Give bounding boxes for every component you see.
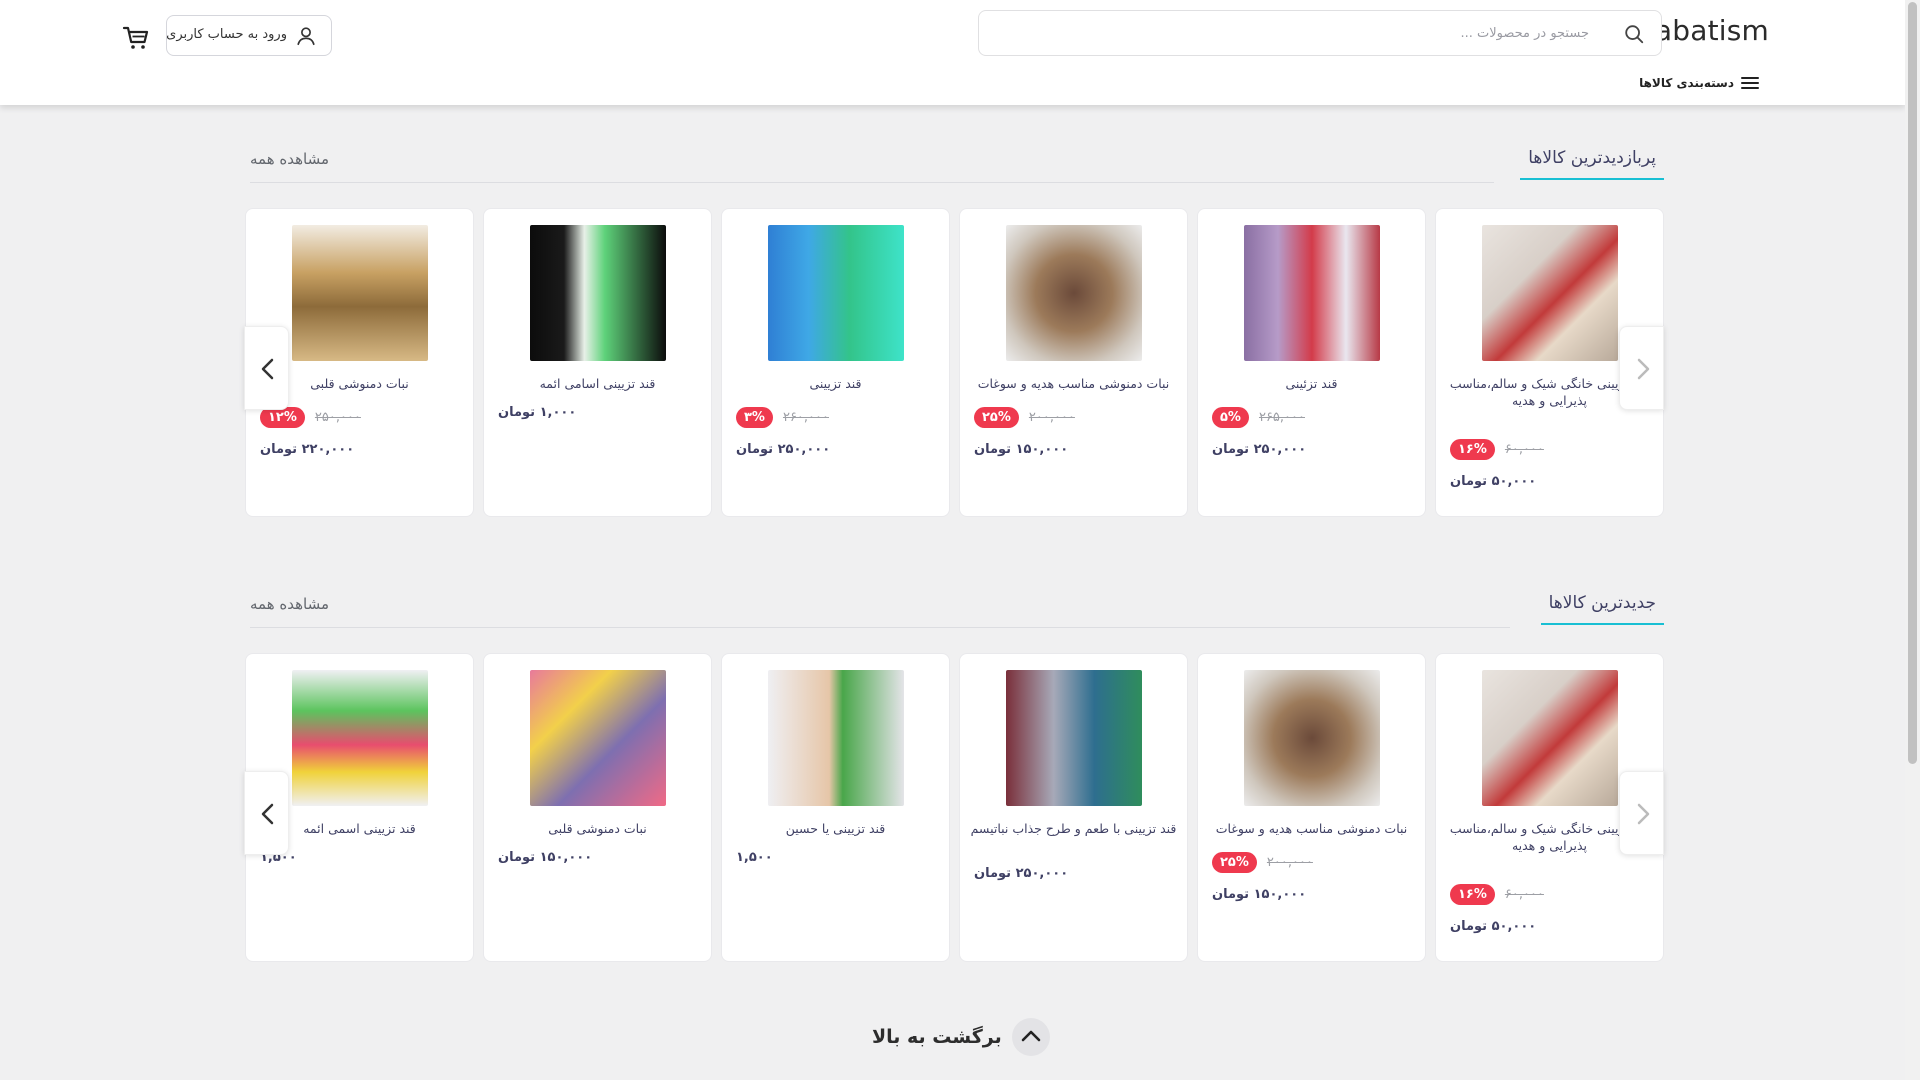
product-card[interactable]: نبات دمنوشی مناسب هدیه و سوغات ۲۵% ۲۰۰,۰۰۰… <box>959 208 1188 517</box>
old-price: ۶۰,۰۰۰ <box>1504 886 1544 902</box>
product-image[interactable] <box>1243 225 1380 361</box>
product-image[interactable] <box>291 670 428 806</box>
user-icon <box>297 27 315 46</box>
see-all-link[interactable]: مشاهده همه <box>250 150 329 168</box>
carousel-prev-button[interactable] <box>244 771 289 855</box>
login-label: ورود به حساب کاربری <box>166 27 287 42</box>
cart-icon[interactable] <box>122 24 150 52</box>
chevron-right-icon <box>1637 803 1650 825</box>
login-button[interactable]: ورود به حساب کاربری <box>166 15 332 56</box>
product-card[interactable]: قند تزیینی اسامی ائمه ۱,۰۰۰ تومان <box>483 208 712 517</box>
section-title: پربازدیدترین کالاها <box>1520 148 1664 180</box>
page-scrollbar[interactable] <box>1905 0 1920 1080</box>
discount-badge: ۲۵% <box>1212 851 1257 873</box>
search-input[interactable] <box>989 11 1589 55</box>
most-viewed-section: پربازدیدترین کالاها مشاهده همه قند تزیین… <box>244 140 1664 530</box>
product-image[interactable] <box>1005 670 1142 806</box>
old-price: ۶۰,۰۰۰ <box>1504 441 1544 457</box>
search-box[interactable] <box>978 10 1662 56</box>
newest-section: جدیدترین کالاها مشاهده همه قند تزیینی خا… <box>244 585 1664 975</box>
discount-badge: ۵% <box>1212 406 1249 428</box>
product-image[interactable] <box>529 225 666 361</box>
product-name[interactable]: نبات دمنوشی قلبی <box>494 820 701 837</box>
product-price: ۵۰,۰۰۰ تومان <box>1450 919 1537 934</box>
old-price: ۲۰۰,۰۰۰ <box>1028 409 1075 425</box>
back-to-top-button[interactable]: برگشت به بالا <box>872 1018 1050 1056</box>
product-name[interactable]: قند تزیینی <box>732 375 939 392</box>
product-price: ۱۵۰,۰۰۰ تومان <box>1212 887 1307 902</box>
carousel-next-button[interactable] <box>1619 326 1664 410</box>
product-name[interactable]: قند تزیینی با طعم و طرح جذاب نباتیسم <box>970 820 1177 837</box>
see-all-link[interactable]: مشاهده همه <box>250 595 329 613</box>
site-header: nabatism ورود به حساب کاربری دسته‌بندی ک… <box>0 0 1905 105</box>
old-price: ۲۶۰,۰۰۰ <box>782 409 829 425</box>
chevron-up-icon <box>1011 1018 1050 1056</box>
product-name[interactable]: قند تزیینی اسامی ائمه <box>494 375 701 392</box>
back-to-top-label: برگشت به بالا <box>872 1026 1002 1048</box>
carousel-next-button[interactable] <box>1619 771 1664 855</box>
carousel-prev-button[interactable] <box>244 326 289 410</box>
scrollbar-thumb[interactable] <box>1908 2 1917 764</box>
section-divider <box>250 182 1494 183</box>
product-image[interactable] <box>1481 670 1618 806</box>
search-icon[interactable] <box>1623 23 1645 45</box>
product-image[interactable] <box>1481 225 1618 361</box>
discount-row: ۲۵% ۲۰۰,۰۰۰ <box>974 406 1075 428</box>
old-price: ۲۵۰,۰۰۰ <box>314 409 361 425</box>
categories-menu[interactable]: دسته‌بندی کالاها <box>1639 72 1760 94</box>
product-price: ۲۲۰,۰۰۰ تومان <box>260 442 355 457</box>
section-title: جدیدترین کالاها <box>1540 593 1664 625</box>
chevron-left-icon <box>261 358 274 380</box>
product-image[interactable] <box>291 225 428 361</box>
product-price: ۱,۰۰۰ تومان <box>498 405 577 420</box>
discount-badge: ۱۶% <box>1450 438 1495 460</box>
product-image[interactable] <box>1005 225 1142 361</box>
product-price: ۵۰,۰۰۰ تومان <box>1450 474 1537 489</box>
product-name[interactable]: نبات دمنوشی مناسب هدیه و سوغات <box>1208 820 1415 837</box>
product-card[interactable]: قند تزیینی با طعم و طرح جذاب نباتیسم ۲۵۰,… <box>959 653 1188 962</box>
product-price: ۲۵۰,۰۰۰ تومان <box>1212 442 1307 457</box>
product-price: ۱۵۰,۰۰۰ تومان <box>498 850 593 865</box>
product-image[interactable] <box>529 670 666 806</box>
product-image[interactable] <box>1243 670 1380 806</box>
product-price: ۲۵۰,۰۰۰ تومان <box>736 442 831 457</box>
product-image[interactable] <box>767 670 904 806</box>
product-name[interactable]: قند تزئینی <box>1208 375 1415 392</box>
discount-row: ۱۶% ۶۰,۰۰۰ <box>1450 883 1544 905</box>
old-price: ۲۶۵,۰۰۰ <box>1258 409 1305 425</box>
product-carousel: قند تزیینی خانگی شیک و سالم،مناسب پذیرای… <box>244 653 1664 963</box>
product-card[interactable]: قند تزیینی ۳% ۲۶۰,۰۰۰ ۲۵۰,۰۰۰ تومان <box>721 208 950 517</box>
discount-row: ۵% ۲۶۵,۰۰۰ <box>1212 406 1305 428</box>
hamburger-icon <box>1741 77 1759 89</box>
chevron-right-icon <box>1637 358 1650 380</box>
section-header: جدیدترین کالاها مشاهده همه <box>244 585 1664 628</box>
product-card[interactable]: نبات دمنوشی مناسب هدیه و سوغات ۲۵% ۲۰۰,۰۰۰… <box>1197 653 1426 962</box>
discount-row: ۱۶% ۶۰,۰۰۰ <box>1450 438 1544 460</box>
product-carousel: قند تزیینی خانگی شیک و سالم،مناسب پذیرای… <box>244 208 1664 518</box>
product-price: ۱,۵۰۰ <box>736 850 773 865</box>
discount-row: ۲۵% ۲۰۰,۰۰۰ <box>1212 851 1313 873</box>
product-price: ۲۵۰,۰۰۰ تومان <box>974 866 1069 881</box>
section-header: پربازدیدترین کالاها مشاهده همه <box>244 140 1664 183</box>
product-card[interactable]: قند تزیینی یا حسین ۱,۵۰۰ <box>721 653 950 962</box>
discount-row: ۳% ۲۶۰,۰۰۰ <box>736 406 829 428</box>
categories-label: دسته‌بندی کالاها <box>1639 76 1734 90</box>
section-divider <box>250 627 1510 628</box>
product-card[interactable]: قند تزئینی ۵% ۲۶۵,۰۰۰ ۲۵۰,۰۰۰ تومان <box>1197 208 1426 517</box>
product-price: ۱۵۰,۰۰۰ تومان <box>974 442 1069 457</box>
product-card[interactable]: نبات دمنوشی قلبی ۱۵۰,۰۰۰ تومان <box>483 653 712 962</box>
product-image[interactable] <box>767 225 904 361</box>
old-price: ۲۰۰,۰۰۰ <box>1266 854 1313 870</box>
discount-badge: ۳% <box>736 406 773 428</box>
discount-badge: ۱۶% <box>1450 883 1495 905</box>
product-name[interactable]: قند تزیینی یا حسین <box>732 820 939 837</box>
chevron-left-icon <box>261 803 274 825</box>
discount-badge: ۲۵% <box>974 406 1019 428</box>
product-name[interactable]: نبات دمنوشی مناسب هدیه و سوغات <box>970 375 1177 392</box>
